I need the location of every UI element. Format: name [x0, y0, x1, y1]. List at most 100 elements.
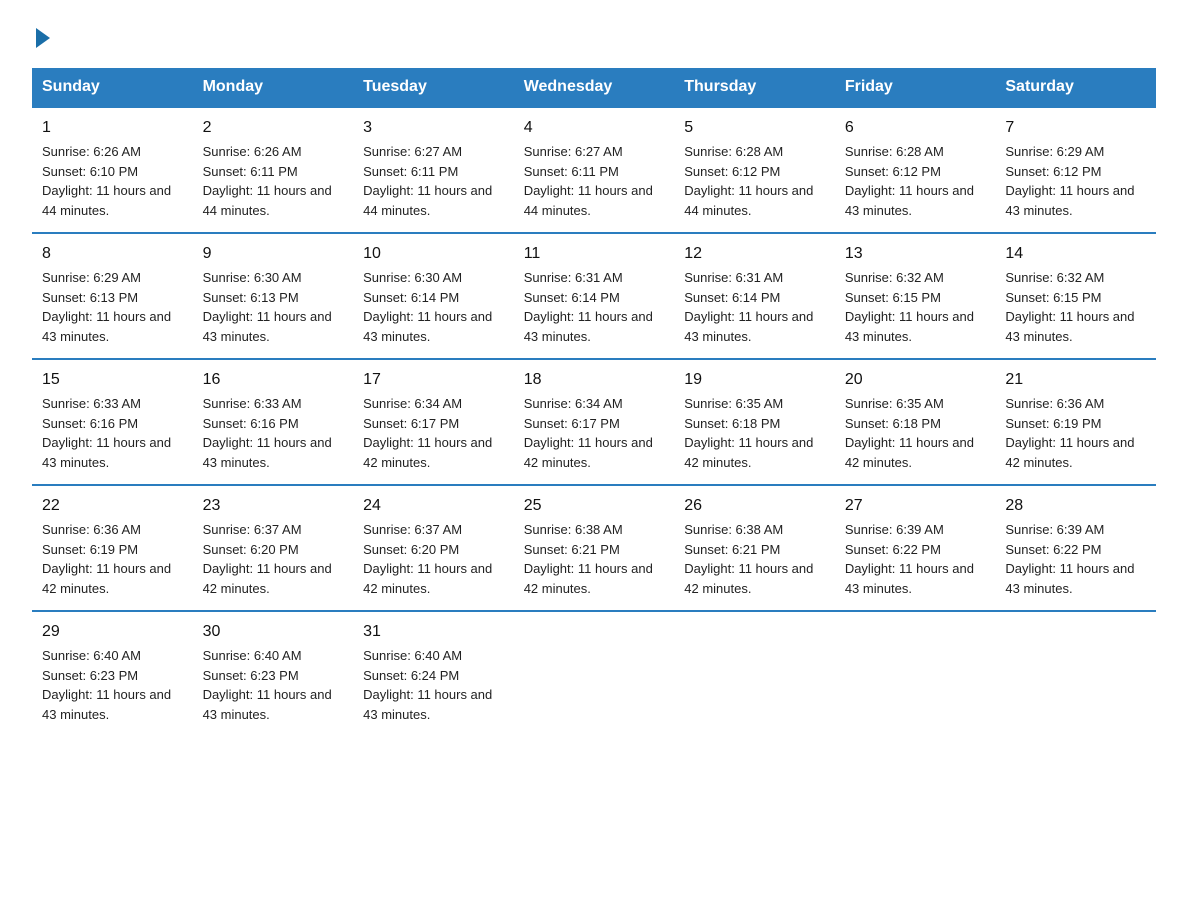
calendar-cell: 22 Sunrise: 6:36 AMSunset: 6:19 PMDaylig… — [32, 485, 193, 611]
day-number: 31 — [363, 620, 504, 644]
day-info: Sunrise: 6:34 AMSunset: 6:17 PMDaylight:… — [363, 396, 492, 470]
day-number: 9 — [203, 242, 344, 266]
day-number: 20 — [845, 368, 986, 392]
day-number: 16 — [203, 368, 344, 392]
day-info: Sunrise: 6:28 AMSunset: 6:12 PMDaylight:… — [684, 144, 813, 218]
calendar-cell: 16 Sunrise: 6:33 AMSunset: 6:16 PMDaylig… — [193, 359, 354, 485]
day-info: Sunrise: 6:36 AMSunset: 6:19 PMDaylight:… — [42, 522, 171, 596]
week-row-2: 8 Sunrise: 6:29 AMSunset: 6:13 PMDayligh… — [32, 233, 1156, 359]
calendar-cell: 10 Sunrise: 6:30 AMSunset: 6:14 PMDaylig… — [353, 233, 514, 359]
logo — [32, 24, 50, 48]
calendar-cell: 18 Sunrise: 6:34 AMSunset: 6:17 PMDaylig… — [514, 359, 675, 485]
calendar-cell: 13 Sunrise: 6:32 AMSunset: 6:15 PMDaylig… — [835, 233, 996, 359]
day-info: Sunrise: 6:27 AMSunset: 6:11 PMDaylight:… — [363, 144, 492, 218]
day-info: Sunrise: 6:32 AMSunset: 6:15 PMDaylight:… — [845, 270, 974, 344]
day-info: Sunrise: 6:37 AMSunset: 6:20 PMDaylight:… — [203, 522, 332, 596]
calendar-cell: 23 Sunrise: 6:37 AMSunset: 6:20 PMDaylig… — [193, 485, 354, 611]
week-row-5: 29 Sunrise: 6:40 AMSunset: 6:23 PMDaylig… — [32, 611, 1156, 736]
day-info: Sunrise: 6:39 AMSunset: 6:22 PMDaylight:… — [1005, 522, 1134, 596]
page-header — [32, 24, 1156, 48]
calendar-cell: 8 Sunrise: 6:29 AMSunset: 6:13 PMDayligh… — [32, 233, 193, 359]
week-row-1: 1 Sunrise: 6:26 AMSunset: 6:10 PMDayligh… — [32, 107, 1156, 233]
calendar-cell: 5 Sunrise: 6:28 AMSunset: 6:12 PMDayligh… — [674, 107, 835, 233]
day-number: 23 — [203, 494, 344, 518]
header-cell-sunday: Sunday — [32, 68, 193, 107]
day-info: Sunrise: 6:38 AMSunset: 6:21 PMDaylight:… — [684, 522, 813, 596]
day-number: 13 — [845, 242, 986, 266]
calendar-cell: 2 Sunrise: 6:26 AMSunset: 6:11 PMDayligh… — [193, 107, 354, 233]
calendar-cell: 3 Sunrise: 6:27 AMSunset: 6:11 PMDayligh… — [353, 107, 514, 233]
calendar-cell: 9 Sunrise: 6:30 AMSunset: 6:13 PMDayligh… — [193, 233, 354, 359]
day-info: Sunrise: 6:39 AMSunset: 6:22 PMDaylight:… — [845, 522, 974, 596]
day-info: Sunrise: 6:30 AMSunset: 6:13 PMDaylight:… — [203, 270, 332, 344]
calendar-cell: 19 Sunrise: 6:35 AMSunset: 6:18 PMDaylig… — [674, 359, 835, 485]
calendar-cell: 21 Sunrise: 6:36 AMSunset: 6:19 PMDaylig… — [995, 359, 1156, 485]
day-number: 30 — [203, 620, 344, 644]
calendar-cell: 14 Sunrise: 6:32 AMSunset: 6:15 PMDaylig… — [995, 233, 1156, 359]
day-info: Sunrise: 6:30 AMSunset: 6:14 PMDaylight:… — [363, 270, 492, 344]
day-number: 11 — [524, 242, 665, 266]
calendar-cell — [835, 611, 996, 736]
calendar-cell: 27 Sunrise: 6:39 AMSunset: 6:22 PMDaylig… — [835, 485, 996, 611]
day-number: 19 — [684, 368, 825, 392]
day-info: Sunrise: 6:37 AMSunset: 6:20 PMDaylight:… — [363, 522, 492, 596]
day-number: 26 — [684, 494, 825, 518]
day-info: Sunrise: 6:33 AMSunset: 6:16 PMDaylight:… — [203, 396, 332, 470]
day-info: Sunrise: 6:26 AMSunset: 6:10 PMDaylight:… — [42, 144, 171, 218]
day-number: 21 — [1005, 368, 1146, 392]
day-info: Sunrise: 6:29 AMSunset: 6:13 PMDaylight:… — [42, 270, 171, 344]
calendar-cell: 6 Sunrise: 6:28 AMSunset: 6:12 PMDayligh… — [835, 107, 996, 233]
day-number: 1 — [42, 116, 183, 140]
day-info: Sunrise: 6:34 AMSunset: 6:17 PMDaylight:… — [524, 396, 653, 470]
header-cell-friday: Friday — [835, 68, 996, 107]
day-info: Sunrise: 6:31 AMSunset: 6:14 PMDaylight:… — [684, 270, 813, 344]
day-number: 24 — [363, 494, 504, 518]
calendar-cell: 11 Sunrise: 6:31 AMSunset: 6:14 PMDaylig… — [514, 233, 675, 359]
calendar-cell: 1 Sunrise: 6:26 AMSunset: 6:10 PMDayligh… — [32, 107, 193, 233]
day-info: Sunrise: 6:28 AMSunset: 6:12 PMDaylight:… — [845, 144, 974, 218]
week-row-3: 15 Sunrise: 6:33 AMSunset: 6:16 PMDaylig… — [32, 359, 1156, 485]
header-cell-monday: Monday — [193, 68, 354, 107]
calendar-cell: 4 Sunrise: 6:27 AMSunset: 6:11 PMDayligh… — [514, 107, 675, 233]
day-number: 6 — [845, 116, 986, 140]
day-info: Sunrise: 6:40 AMSunset: 6:23 PMDaylight:… — [203, 648, 332, 722]
header-cell-wednesday: Wednesday — [514, 68, 675, 107]
day-info: Sunrise: 6:40 AMSunset: 6:24 PMDaylight:… — [363, 648, 492, 722]
day-number: 7 — [1005, 116, 1146, 140]
day-number: 4 — [524, 116, 665, 140]
day-number: 3 — [363, 116, 504, 140]
calendar-cell: 29 Sunrise: 6:40 AMSunset: 6:23 PMDaylig… — [32, 611, 193, 736]
day-number: 18 — [524, 368, 665, 392]
day-info: Sunrise: 6:27 AMSunset: 6:11 PMDaylight:… — [524, 144, 653, 218]
day-info: Sunrise: 6:35 AMSunset: 6:18 PMDaylight:… — [684, 396, 813, 470]
calendar-cell — [514, 611, 675, 736]
calendar-cell — [674, 611, 835, 736]
calendar-cell: 28 Sunrise: 6:39 AMSunset: 6:22 PMDaylig… — [995, 485, 1156, 611]
calendar-cell: 26 Sunrise: 6:38 AMSunset: 6:21 PMDaylig… — [674, 485, 835, 611]
day-number: 25 — [524, 494, 665, 518]
day-info: Sunrise: 6:33 AMSunset: 6:16 PMDaylight:… — [42, 396, 171, 470]
day-number: 28 — [1005, 494, 1146, 518]
calendar-cell: 25 Sunrise: 6:38 AMSunset: 6:21 PMDaylig… — [514, 485, 675, 611]
calendar-cell: 30 Sunrise: 6:40 AMSunset: 6:23 PMDaylig… — [193, 611, 354, 736]
calendar-cell — [995, 611, 1156, 736]
calendar-header: SundayMondayTuesdayWednesdayThursdayFrid… — [32, 68, 1156, 107]
day-info: Sunrise: 6:32 AMSunset: 6:15 PMDaylight:… — [1005, 270, 1134, 344]
day-number: 12 — [684, 242, 825, 266]
day-number: 14 — [1005, 242, 1146, 266]
logo-arrow-icon — [36, 28, 50, 48]
header-row: SundayMondayTuesdayWednesdayThursdayFrid… — [32, 68, 1156, 107]
day-number: 10 — [363, 242, 504, 266]
day-info: Sunrise: 6:29 AMSunset: 6:12 PMDaylight:… — [1005, 144, 1134, 218]
header-cell-saturday: Saturday — [995, 68, 1156, 107]
calendar-cell: 20 Sunrise: 6:35 AMSunset: 6:18 PMDaylig… — [835, 359, 996, 485]
day-info: Sunrise: 6:40 AMSunset: 6:23 PMDaylight:… — [42, 648, 171, 722]
day-number: 2 — [203, 116, 344, 140]
calendar-cell: 24 Sunrise: 6:37 AMSunset: 6:20 PMDaylig… — [353, 485, 514, 611]
day-number: 17 — [363, 368, 504, 392]
calendar-cell: 7 Sunrise: 6:29 AMSunset: 6:12 PMDayligh… — [995, 107, 1156, 233]
calendar-cell: 12 Sunrise: 6:31 AMSunset: 6:14 PMDaylig… — [674, 233, 835, 359]
day-info: Sunrise: 6:26 AMSunset: 6:11 PMDaylight:… — [203, 144, 332, 218]
day-number: 22 — [42, 494, 183, 518]
day-info: Sunrise: 6:36 AMSunset: 6:19 PMDaylight:… — [1005, 396, 1134, 470]
